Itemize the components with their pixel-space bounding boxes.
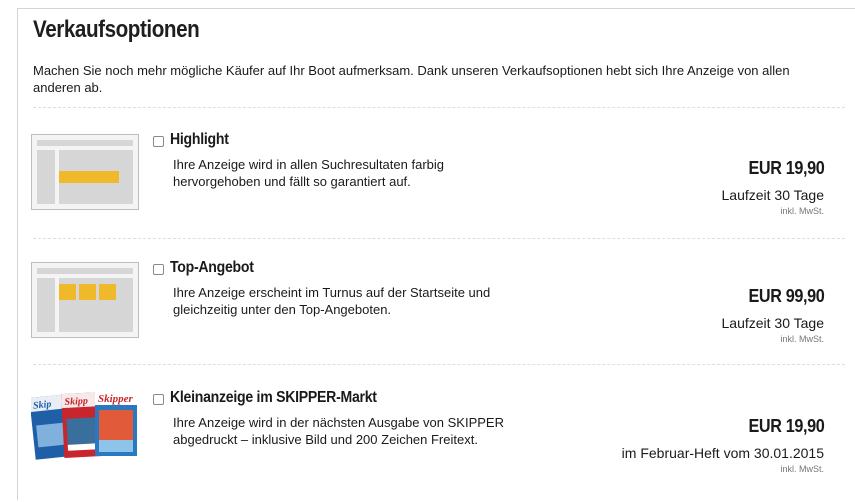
- option-classified-ad: Skip Skipp Skipper Kleinanzeige im SKIPP…: [0, 389, 855, 502]
- option-runtime: Laufzeit 30 Tage: [721, 315, 825, 331]
- option-title[interactable]: Kleinanzeige im SKIPPER-Markt: [170, 389, 377, 407]
- divider: [33, 107, 845, 108]
- option-vat-note: inkl. MwSt.: [780, 334, 824, 344]
- skipper-magazine-image: Skip Skipp Skipper: [31, 390, 137, 460]
- svg-text:Skipper: Skipper: [98, 393, 134, 405]
- option-description: Ihre Anzeige wird in allen Suchresultate…: [173, 157, 444, 189]
- option-price: EUR 19,90: [747, 416, 824, 436]
- option-vat-note: inkl. MwSt.: [780, 464, 824, 474]
- option-top-offer: Top-Angebot Ihre Anzeige erscheint im Tu…: [0, 259, 855, 372]
- option-title[interactable]: Highlight: [170, 131, 229, 149]
- svg-text:Skip: Skip: [33, 399, 52, 412]
- divider: [33, 364, 845, 365]
- classified-ad-checkbox[interactable]: [153, 394, 164, 405]
- option-description: Ihre Anzeige wird in der nächsten Ausgab…: [173, 415, 504, 447]
- option-title[interactable]: Top-Angebot: [170, 259, 254, 277]
- option-vat-note: inkl. MwSt.: [780, 206, 824, 216]
- section-intro: Machen Sie noch mehr mögliche Käufer auf…: [33, 63, 790, 95]
- divider: [33, 238, 845, 239]
- top-offer-preview-icon: [31, 262, 139, 338]
- option-price: EUR 99,90: [747, 286, 824, 306]
- option-runtime: Laufzeit 30 Tage: [721, 187, 825, 203]
- highlight-preview-icon: [31, 134, 139, 210]
- option-runtime: im Februar-Heft vom 30.01.2015: [621, 445, 824, 461]
- option-highlight: Highlight Ihre Anzeige wird in allen Suc…: [0, 131, 855, 244]
- highlight-checkbox[interactable]: [153, 136, 164, 147]
- option-price: EUR 19,90: [747, 158, 824, 178]
- option-description: Ihre Anzeige erscheint im Turnus auf der…: [173, 285, 491, 317]
- top-offer-checkbox[interactable]: [153, 264, 164, 275]
- svg-text:Skipp: Skipp: [64, 396, 88, 408]
- section-title: Verkaufsoptionen: [33, 16, 200, 43]
